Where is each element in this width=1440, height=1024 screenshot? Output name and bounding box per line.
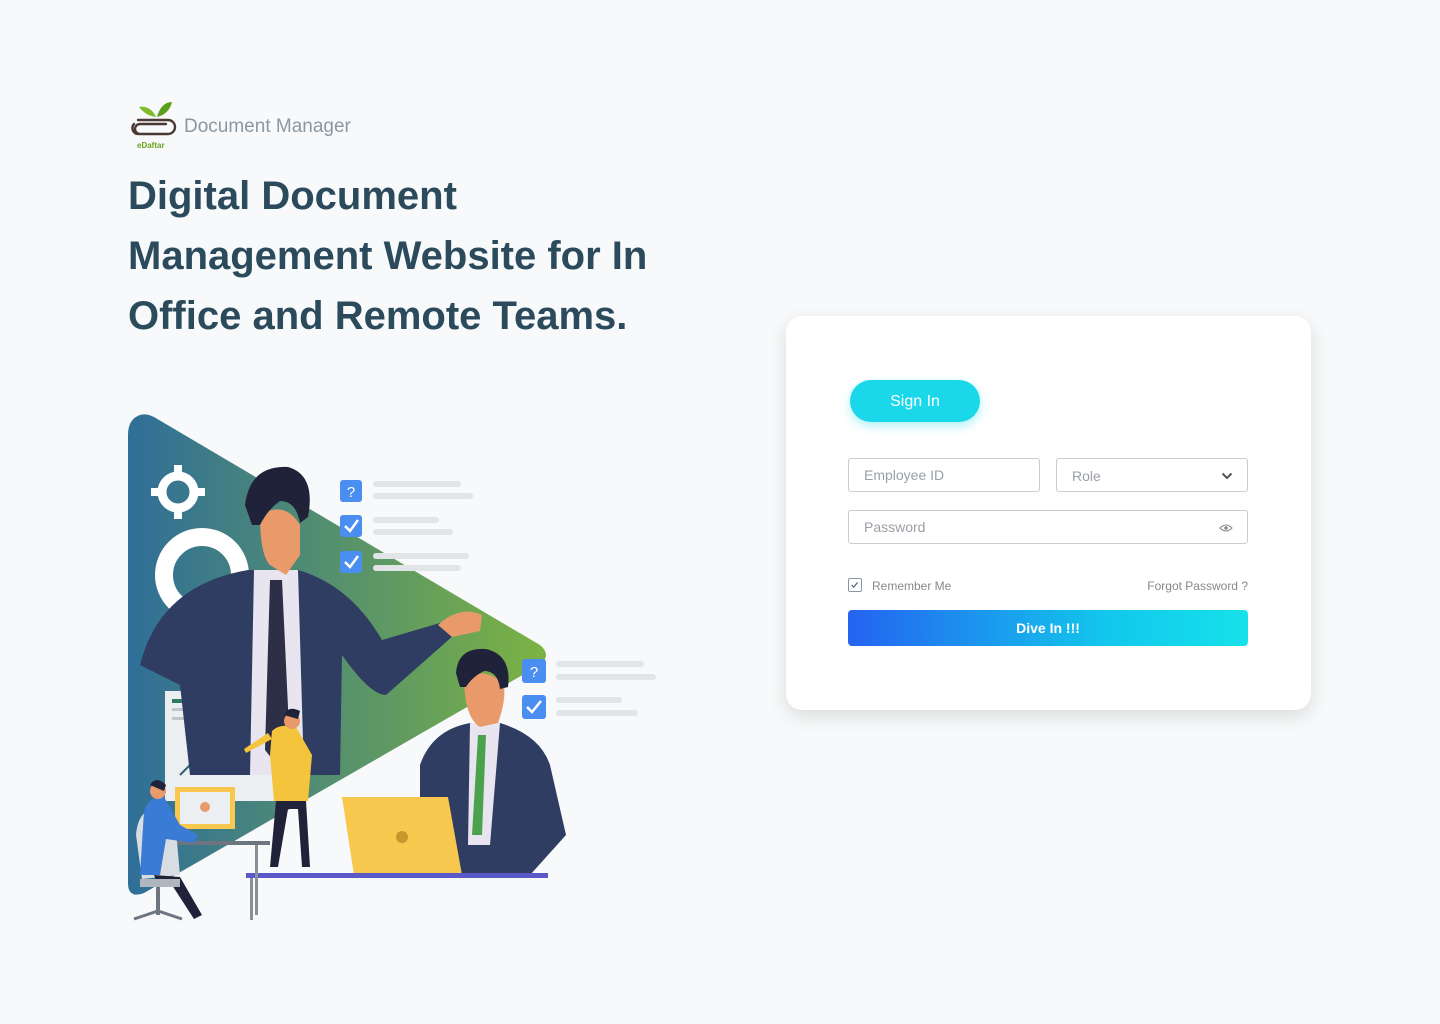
checkmark-icon bbox=[851, 582, 859, 589]
role-select-label: Role bbox=[1072, 468, 1101, 484]
employee-id-field bbox=[848, 458, 1040, 492]
employee-id-input[interactable] bbox=[849, 459, 1039, 491]
remember-me-checkbox[interactable] bbox=[848, 578, 862, 592]
login-page: Document Manager eDaftar Digital Documen… bbox=[0, 0, 1440, 1024]
login-card: Sign In Role Remember Me Fo bbox=[786, 316, 1311, 710]
hero-illustration: ? ? bbox=[128, 414, 656, 921]
checklist-icons: ? bbox=[340, 480, 362, 573]
remember-me-label: Remember Me bbox=[872, 579, 952, 593]
role-select[interactable]: Role bbox=[1056, 458, 1248, 492]
page-headline: Digital Document Management Website for … bbox=[128, 174, 648, 338]
eye-icon[interactable] bbox=[1219, 523, 1233, 533]
brand: Document Manager eDaftar bbox=[128, 100, 388, 156]
brand-logo-text: eDaftar bbox=[137, 141, 165, 150]
brand-name: Document Manager bbox=[184, 116, 351, 137]
dive-in-button[interactable]: Dive In !!! bbox=[848, 610, 1248, 646]
password-field bbox=[848, 510, 1248, 544]
chevron-down-icon bbox=[1221, 472, 1233, 480]
tab-sign-in[interactable]: Sign In bbox=[850, 380, 980, 422]
svg-text:?: ? bbox=[347, 484, 355, 501]
svg-text:?: ? bbox=[530, 664, 538, 681]
password-input[interactable] bbox=[849, 511, 1247, 543]
forgot-password-link[interactable]: Forgot Password ? bbox=[1147, 578, 1248, 594]
